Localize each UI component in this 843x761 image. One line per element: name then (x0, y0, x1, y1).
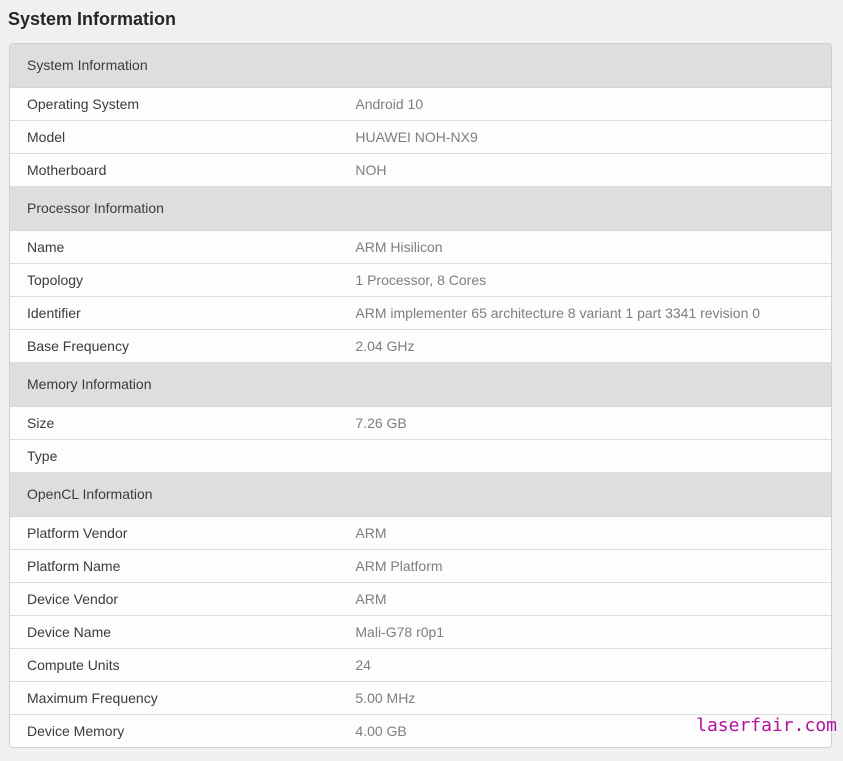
row-label: Topology (10, 264, 338, 297)
row-value: Mali-G78 r0p1 (338, 616, 831, 649)
section-header-row: OpenCL Information (10, 473, 831, 517)
table-row: Name ARM Hisilicon (10, 231, 831, 264)
row-value: ARM Hisilicon (338, 231, 831, 264)
row-label: Name (10, 231, 338, 264)
table-row: Device Name Mali-G78 r0p1 (10, 616, 831, 649)
section-header-row: Memory Information (10, 363, 831, 407)
row-label: Type (10, 440, 338, 473)
row-label: Operating System (10, 88, 338, 121)
table-row: Motherboard NOH (10, 154, 831, 187)
section-title: Memory Information (10, 363, 831, 407)
row-value: 2.04 GHz (338, 330, 831, 363)
row-value (338, 440, 831, 473)
row-label: Compute Units (10, 649, 338, 682)
row-label: Device Name (10, 616, 338, 649)
table-row: Base Frequency 2.04 GHz (10, 330, 831, 363)
row-value: 5.00 MHz (338, 682, 831, 715)
row-label: Platform Name (10, 550, 338, 583)
system-info-table-body: System Information Operating System Andr… (10, 44, 831, 747)
row-label: Model (10, 121, 338, 154)
row-label: Size (10, 407, 338, 440)
table-row: Identifier ARM implementer 65 architectu… (10, 297, 831, 330)
section-title: System Information (10, 44, 831, 88)
table-row: Topology 1 Processor, 8 Cores (10, 264, 831, 297)
row-value: 7.26 GB (338, 407, 831, 440)
section-header-row: Processor Information (10, 187, 831, 231)
row-label: Identifier (10, 297, 338, 330)
row-value: 1 Processor, 8 Cores (338, 264, 831, 297)
table-row: Size 7.26 GB (10, 407, 831, 440)
section-title: Processor Information (10, 187, 831, 231)
row-value: Android 10 (338, 88, 831, 121)
row-value: 4.00 GB (338, 715, 831, 747)
table-row: Maximum Frequency 5.00 MHz (10, 682, 831, 715)
row-label: Base Frequency (10, 330, 338, 363)
table-row: Type (10, 440, 831, 473)
table-row: Compute Units 24 (10, 649, 831, 682)
table-row: Platform Name ARM Platform (10, 550, 831, 583)
table-row: Device Memory 4.00 GB (10, 715, 831, 747)
row-label: Motherboard (10, 154, 338, 187)
table-row: Device Vendor ARM (10, 583, 831, 616)
table-row: Operating System Android 10 (10, 88, 831, 121)
row-value: 24 (338, 649, 831, 682)
row-label: Device Vendor (10, 583, 338, 616)
page-title: System Information (0, 0, 843, 30)
system-info-table: System Information Operating System Andr… (10, 44, 831, 747)
section-header-row: System Information (10, 44, 831, 88)
row-value: ARM (338, 583, 831, 616)
row-value: ARM Platform (338, 550, 831, 583)
row-label: Maximum Frequency (10, 682, 338, 715)
row-value: HUAWEI NOH-NX9 (338, 121, 831, 154)
section-title: OpenCL Information (10, 473, 831, 517)
row-label: Device Memory (10, 715, 338, 747)
row-label: Platform Vendor (10, 517, 338, 550)
table-row: Platform Vendor ARM (10, 517, 831, 550)
row-value: NOH (338, 154, 831, 187)
table-row: Model HUAWEI NOH-NX9 (10, 121, 831, 154)
row-value: ARM implementer 65 architecture 8 varian… (338, 297, 831, 330)
row-value: ARM (338, 517, 831, 550)
system-info-card: System Information Operating System Andr… (9, 43, 832, 748)
